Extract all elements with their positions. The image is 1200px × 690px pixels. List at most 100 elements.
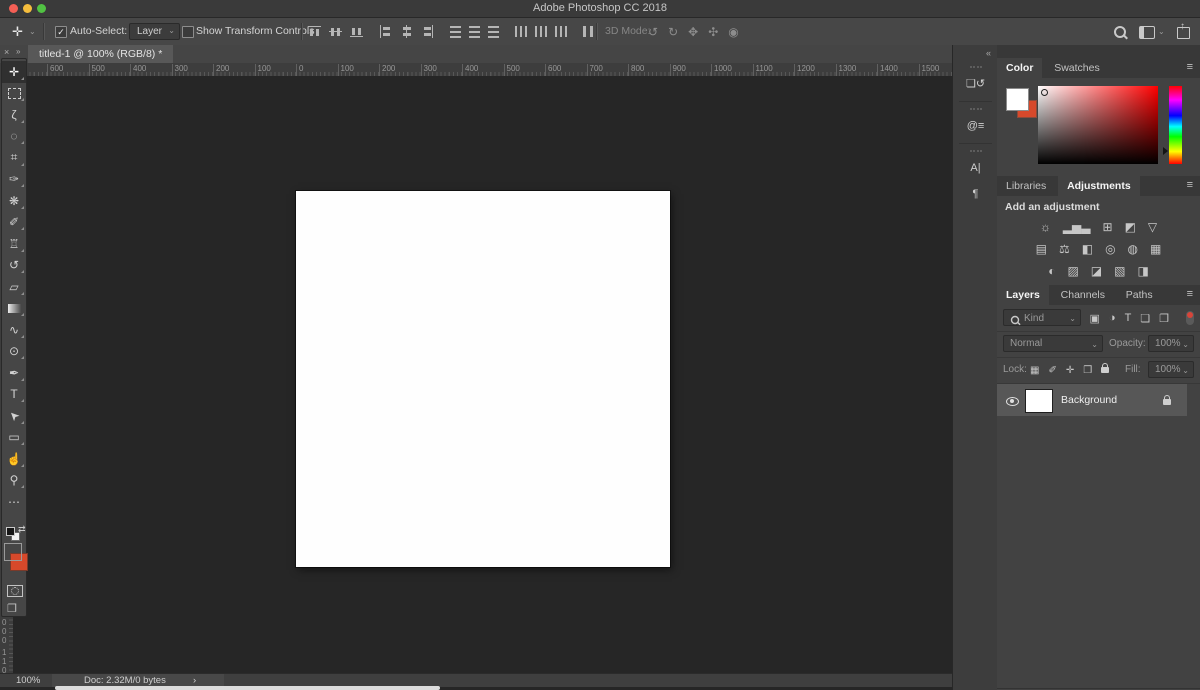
hue-slider[interactable] — [1169, 86, 1182, 164]
distribute-horizontal-centers-button[interactable] — [535, 26, 547, 37]
move-tool[interactable]: ✛ — [2, 61, 26, 83]
distribute-top-edges-button[interactable] — [450, 25, 461, 38]
lock-transparent-pixels-icon[interactable]: ▦ — [1030, 365, 1039, 376]
tab-layers[interactable]: Layers — [997, 285, 1049, 305]
3d-zoom-camera-icon[interactable]: ◉ — [728, 25, 738, 39]
invert-adjustment-button[interactable]: ◐ — [1048, 261, 1055, 281]
color-lookup-adjustment-button[interactable]: ▦ — [1150, 239, 1161, 259]
canvas-document[interactable] — [296, 191, 670, 567]
distribute-vertical-centers-button[interactable] — [469, 25, 480, 38]
glyphs-panel-button[interactable]: @≡ — [961, 115, 991, 137]
document-tab[interactable]: titled-1 @ 100% (RGB/8) * — [28, 45, 174, 63]
workspace-switcher-icon[interactable] — [1139, 26, 1155, 39]
rectangular-marquee-tool[interactable] — [2, 83, 26, 105]
zoom-level[interactable]: 100% — [16, 674, 40, 687]
quick-selection-tool[interactable]: ◌ — [2, 126, 26, 148]
smudge-tool[interactable]: ∿ — [2, 319, 26, 341]
threshold-adjustment-button[interactable]: ◪ — [1091, 261, 1102, 281]
filter-smart-objects-icon[interactable]: ❐ — [1159, 312, 1169, 325]
vibrance-adjustment-button[interactable]: ▽ — [1148, 217, 1157, 237]
hand-tool[interactable]: ☝ — [2, 448, 26, 470]
character-panel-button[interactable]: A| — [961, 157, 991, 179]
fill-dropdown[interactable]: 100% ⌄ — [1148, 361, 1194, 378]
edit-toolbar-tool[interactable]: ⋯ — [2, 491, 26, 513]
eraser-tool[interactable]: ▱ — [2, 276, 26, 298]
color-panel-menu-icon[interactable]: ≡ — [1187, 61, 1193, 73]
curves-adjustment-button[interactable]: ⊞ — [1103, 217, 1113, 237]
close-icon[interactable]: × — [4, 47, 9, 57]
screen-mode-icon[interactable]: ❐ — [7, 602, 17, 615]
horizontal-ruler[interactable]: 600 500 400 300 200 100 0 100 200 300 400 500 600 700… — [13, 63, 952, 77]
workspace-chevron-icon[interactable]: ⌄ — [1158, 18, 1165, 45]
lock-artboard-icon[interactable]: ❒ — [1083, 365, 1092, 376]
filter-type-layers-icon[interactable]: T — [1125, 312, 1132, 324]
layer-visibility-eye-icon[interactable] — [1006, 397, 1019, 406]
channel-mixer-adjustment-button[interactable]: ◍ — [1128, 239, 1138, 259]
tool-preset-chevron-icon[interactable]: ⌄ — [29, 18, 36, 45]
horizontal-scrollbar[interactable] — [55, 686, 440, 690]
align-top-edges-button[interactable] — [308, 25, 321, 38]
color-foreground-swatch[interactable] — [1006, 88, 1029, 111]
filter-pixel-layers-icon[interactable]: ▣ — [1090, 312, 1100, 325]
layer-row[interactable]: Background — [997, 384, 1187, 416]
layer-thumbnail[interactable] — [1025, 389, 1053, 413]
align-left-edges-button[interactable] — [379, 25, 392, 38]
selective-color-adjustment-button[interactable]: ◨ — [1137, 261, 1148, 281]
blend-mode-dropdown[interactable]: Normal ⌄ — [1003, 335, 1103, 352]
paragraph-panel-button[interactable]: ¶ — [961, 183, 991, 205]
3d-slide-icon[interactable]: ✣ — [708, 25, 718, 39]
collapse-toolbar-icon[interactable]: » — [16, 47, 20, 57]
hue-saturation-adjustment-button[interactable]: ▤ — [1036, 239, 1047, 259]
show-transform-controls-checkbox[interactable] — [182, 26, 194, 38]
tab-adjustments[interactable]: Adjustments — [1058, 176, 1140, 196]
foreground-color-swatch[interactable] — [4, 543, 22, 561]
adjustments-panel-menu-icon[interactable]: ≡ — [1187, 179, 1193, 191]
layers-panel-menu-icon[interactable]: ≡ — [1187, 288, 1193, 300]
filter-shape-layers-icon[interactable]: ❏ — [1140, 312, 1150, 325]
collapse-panels-icon[interactable]: « — [986, 48, 991, 58]
search-icon[interactable] — [1114, 26, 1126, 38]
auto-select-checkbox[interactable]: ✓ — [55, 26, 67, 38]
path-selection-tool[interactable]: ➤ — [2, 405, 26, 427]
photo-filter-adjustment-button[interactable]: ◎ — [1105, 239, 1115, 259]
lock-all-icon[interactable] — [1101, 363, 1110, 373]
align-horizontal-centers-button[interactable] — [400, 25, 413, 38]
tab-swatches[interactable]: Swatches — [1045, 58, 1109, 78]
tab-channels[interactable]: Channels — [1052, 285, 1114, 305]
zoom-tool[interactable]: ⚲ — [2, 470, 26, 492]
distribute-bottom-edges-button[interactable] — [488, 25, 499, 38]
lock-image-pixels-icon[interactable]: ✐ — [1048, 365, 1056, 376]
gradient-tool[interactable] — [2, 298, 26, 320]
clone-stamp-tool[interactable]: ♖ — [2, 233, 26, 255]
history-panel-button[interactable]: ❏↺ — [961, 73, 991, 95]
crop-tool[interactable]: ⌗ — [2, 147, 26, 169]
color-balance-adjustment-button[interactable]: ⚖ — [1059, 239, 1070, 259]
layer-filter-kind-dropdown[interactable]: Kind ⌄ — [1003, 309, 1081, 326]
history-brush-tool[interactable]: ↺ — [2, 255, 26, 277]
dodge-tool[interactable]: ⊙ — [2, 341, 26, 363]
brush-tool[interactable]: ✐ — [2, 212, 26, 234]
posterize-adjustment-button[interactable]: ▨ — [1067, 261, 1078, 281]
gradient-map-adjustment-button[interactable]: ▧ — [1114, 261, 1125, 281]
spot-healing-brush-tool[interactable]: ❋ — [2, 190, 26, 212]
3d-pan-icon[interactable]: ✥ — [688, 25, 698, 39]
color-saturation-field[interactable] — [1038, 86, 1158, 164]
auto-select-target-dropdown[interactable]: Layer ⌄ — [129, 23, 180, 40]
pen-tool[interactable]: ✒ — [2, 362, 26, 384]
align-right-edges-button[interactable] — [421, 25, 434, 38]
tab-color[interactable]: Color — [997, 58, 1043, 78]
3d-roll-icon[interactable]: ↻ — [668, 25, 678, 39]
opacity-dropdown[interactable]: 100% ⌄ — [1148, 335, 1194, 352]
rectangle-tool[interactable]: ▭ — [2, 427, 26, 449]
quick-mask-mode-icon[interactable] — [7, 585, 23, 597]
align-bottom-edges-button[interactable] — [350, 25, 363, 38]
lasso-tool[interactable]: ζ — [2, 104, 26, 126]
levels-adjustment-button[interactable]: ▂▅▃ — [1063, 217, 1091, 237]
3d-orbit-icon[interactable]: ↺ — [648, 25, 658, 39]
type-tool[interactable]: T — [2, 384, 26, 406]
tab-paths[interactable]: Paths — [1117, 285, 1162, 305]
filter-adjustment-layers-icon[interactable]: ◑ — [1109, 312, 1116, 324]
distribute-left-edges-button[interactable] — [515, 26, 527, 37]
tab-libraries[interactable]: Libraries — [997, 176, 1055, 196]
align-vertical-centers-button[interactable] — [329, 25, 342, 38]
